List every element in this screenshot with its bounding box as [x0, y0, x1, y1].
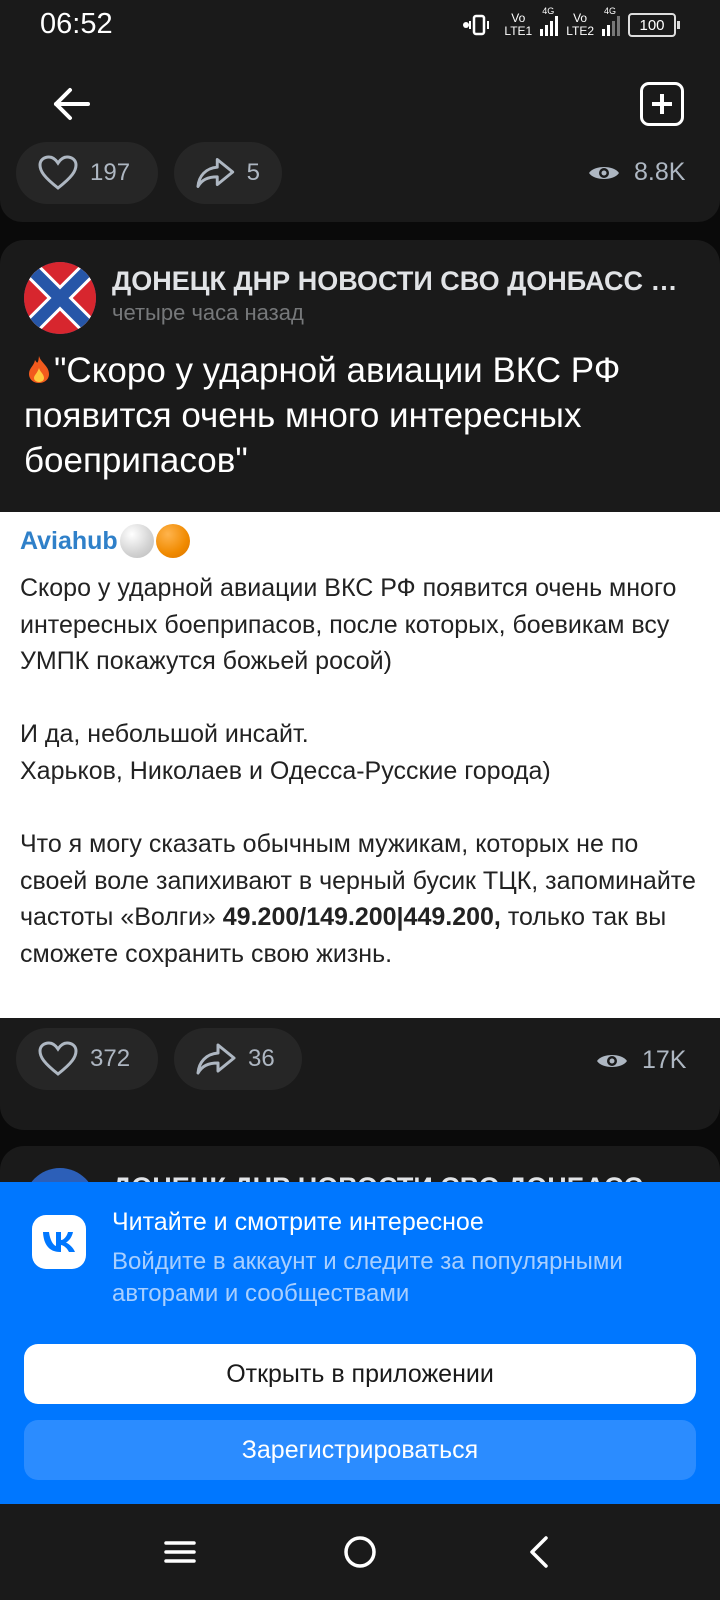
- white-circle-icon: [119, 524, 154, 558]
- sim1-type: 4G: [542, 6, 555, 16]
- share-button[interactable]: 36: [174, 1028, 302, 1090]
- repost-author[interactable]: Aviahub: [20, 527, 118, 556]
- views-counter: 8.8K: [588, 158, 685, 187]
- views-count: 8.8K: [634, 158, 686, 186]
- share-count: 5: [246, 159, 260, 186]
- share-count: 36: [248, 1045, 275, 1072]
- previous-post-card: 197 5 8.8K: [0, 142, 720, 222]
- repost-header: Aviahub: [20, 524, 190, 558]
- share-icon: [196, 158, 235, 188]
- sim1-label: Vo LTE1: [504, 11, 533, 38]
- repost-paragraph: И да, небольшой инсайт.: [20, 720, 309, 749]
- orange-circle-icon: [155, 524, 190, 558]
- heart-icon: [38, 1041, 78, 1076]
- open-in-app-button[interactable]: Открыть в приложении: [24, 1344, 696, 1404]
- repost-block: Aviahub Скоро у ударной авиации ВКС РФ п…: [0, 512, 720, 1018]
- sim2-label: Vo LTE2: [566, 11, 594, 38]
- community-avatar[interactable]: [24, 262, 96, 334]
- signal-icon-sim2: [602, 14, 620, 36]
- eye-icon: [597, 1054, 627, 1067]
- like-button[interactable]: 197: [16, 142, 158, 204]
- share-button[interactable]: 5: [174, 142, 282, 204]
- status-icons: Vo LTE1 4G Vo LTE2 4G 100: [462, 6, 680, 40]
- vk-logo-icon: [32, 1215, 86, 1269]
- like-button[interactable]: 372: [16, 1028, 158, 1090]
- home-button[interactable]: [336, 1528, 384, 1576]
- status-bar: 06:52 Vo LTE1 4G Vo LTE2 4G 100: [0, 0, 720, 48]
- battery-icon: 100: [628, 13, 680, 37]
- post-time: четыре часа назад: [112, 300, 304, 325]
- community-name[interactable]: ДОНЕЦК ДНР НОВОСТИ СВО ДОНБАСС ЛУГАНСК: [112, 266, 692, 297]
- post-title-text: "Скоро у ударной авиации ВКС РФ появится…: [24, 351, 621, 480]
- sim2-type: 4G: [604, 6, 617, 16]
- heart-icon: [38, 155, 78, 190]
- frequency-text: 49.200/149.200|449.200,: [222, 903, 501, 932]
- repost-text: Скоро у ударной авиации ВКС РФ появится …: [20, 570, 710, 973]
- back-button[interactable]: [48, 80, 96, 128]
- eye-icon: [589, 166, 619, 179]
- register-button[interactable]: Зарегистрироваться: [24, 1420, 696, 1480]
- repost-paragraph: Скоро у ударной авиации ВКС РФ появится …: [20, 574, 677, 676]
- views-count: 17K: [642, 1046, 687, 1074]
- post-card: ДОНЕЦК ДНР НОВОСТИ СВО ДОНБАСС ЛУГАНСК ч…: [0, 240, 720, 1130]
- vibrate-icon: [463, 14, 490, 36]
- views-counter: 17K: [596, 1046, 686, 1075]
- menu-icon: [164, 1541, 196, 1563]
- repost-paragraph: Что я могу сказать обычным мужикам, кото…: [20, 830, 696, 968]
- add-post-button[interactable]: [640, 82, 684, 126]
- post-title: "Скоро у ударной авиации ВКС РФ появится…: [24, 348, 704, 483]
- recents-button[interactable]: [156, 1528, 204, 1576]
- arrow-left-icon: [54, 88, 90, 120]
- battery-level: 100: [639, 16, 665, 34]
- banner-title: Читайте и смотрите интересное: [112, 1208, 484, 1236]
- share-icon: [196, 1043, 236, 1075]
- like-count: 197: [90, 159, 131, 186]
- system-nav-bar: [0, 1504, 720, 1600]
- novorossiya-flag-icon: [24, 262, 96, 334]
- repost-paragraph: Харьков, Николаев и Одесса-Русские город…: [20, 756, 551, 785]
- app-header: [0, 48, 720, 156]
- fire-icon: [29, 356, 49, 383]
- home-circle-icon: [344, 1536, 376, 1568]
- login-banner: Читайте и смотрите интересное Войдите в …: [0, 1182, 720, 1504]
- signal-icon-sim1: [540, 14, 559, 36]
- banner-subtitle: Войдите в аккаунт и следите за популярны…: [112, 1248, 623, 1307]
- back-chevron-icon: [530, 1536, 548, 1568]
- like-count: 372: [90, 1045, 131, 1072]
- system-back-button[interactable]: [516, 1528, 564, 1576]
- status-time: 06:52: [40, 8, 113, 40]
